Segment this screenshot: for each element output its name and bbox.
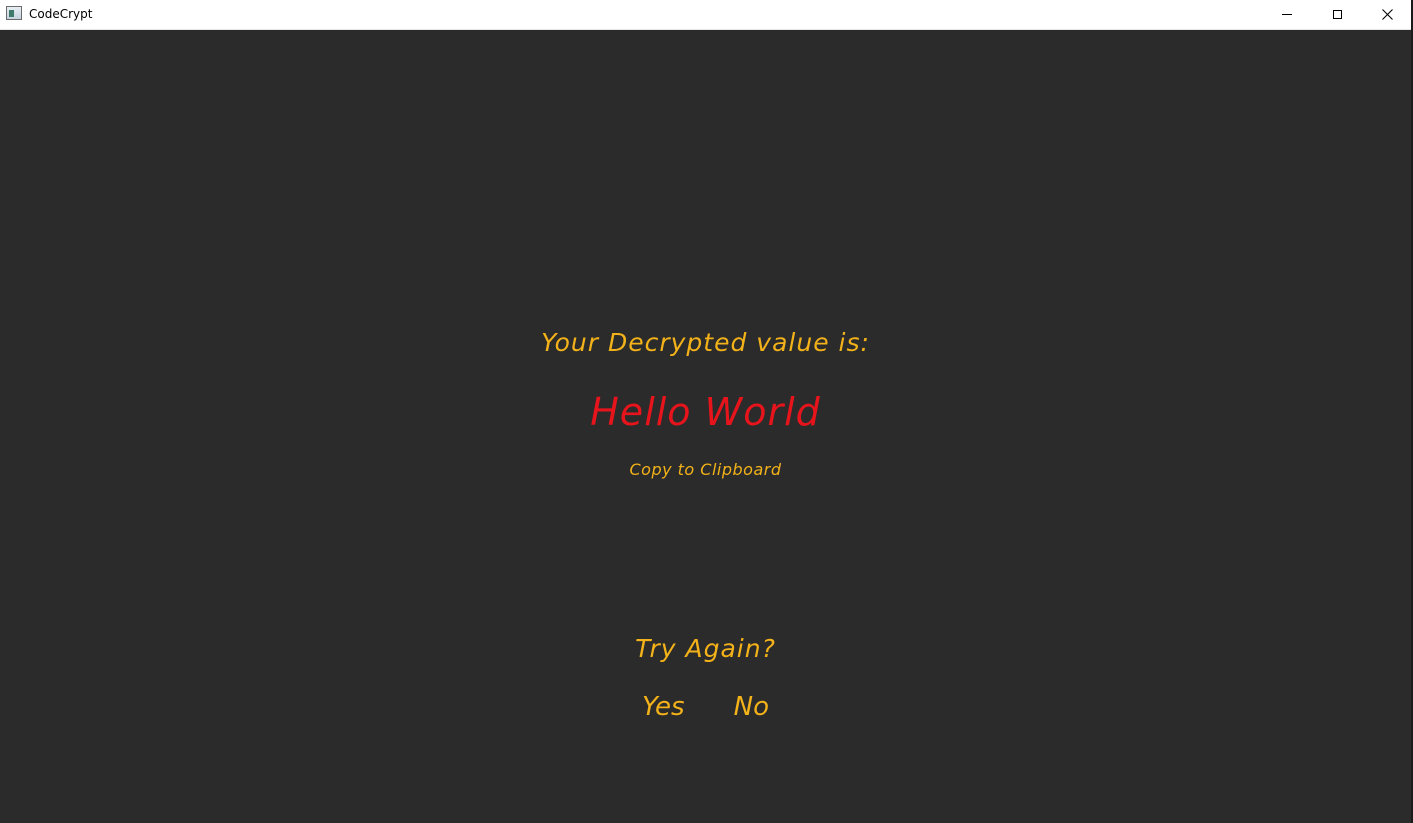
minimize-icon bbox=[1282, 14, 1292, 15]
copy-to-clipboard-button[interactable]: Copy to Clipboard bbox=[0, 460, 1411, 479]
title-bar[interactable]: CodeCrypt bbox=[0, 0, 1411, 30]
main-content: Your Decrypted value is: Hello World Cop… bbox=[0, 30, 1411, 823]
no-button[interactable]: No bbox=[734, 692, 769, 722]
maximize-icon bbox=[1332, 10, 1342, 19]
minimize-button[interactable] bbox=[1264, 0, 1310, 29]
try-again-label: Try Again? bbox=[635, 634, 776, 663]
close-button[interactable] bbox=[1364, 0, 1410, 29]
decrypted-prompt-label: Your Decrypted value is: bbox=[541, 328, 870, 357]
yes-button[interactable]: Yes bbox=[642, 692, 685, 722]
decrypted-value: Hello World bbox=[590, 390, 821, 434]
app-window: CodeCrypt Your Decrypted value is: Hello… bbox=[0, 0, 1413, 823]
retry-choices: Yes No bbox=[0, 692, 1411, 722]
maximize-button[interactable] bbox=[1314, 0, 1360, 29]
close-icon bbox=[1381, 9, 1393, 20]
window-title: CodeCrypt bbox=[29, 7, 93, 21]
app-window-icon bbox=[6, 6, 22, 20]
